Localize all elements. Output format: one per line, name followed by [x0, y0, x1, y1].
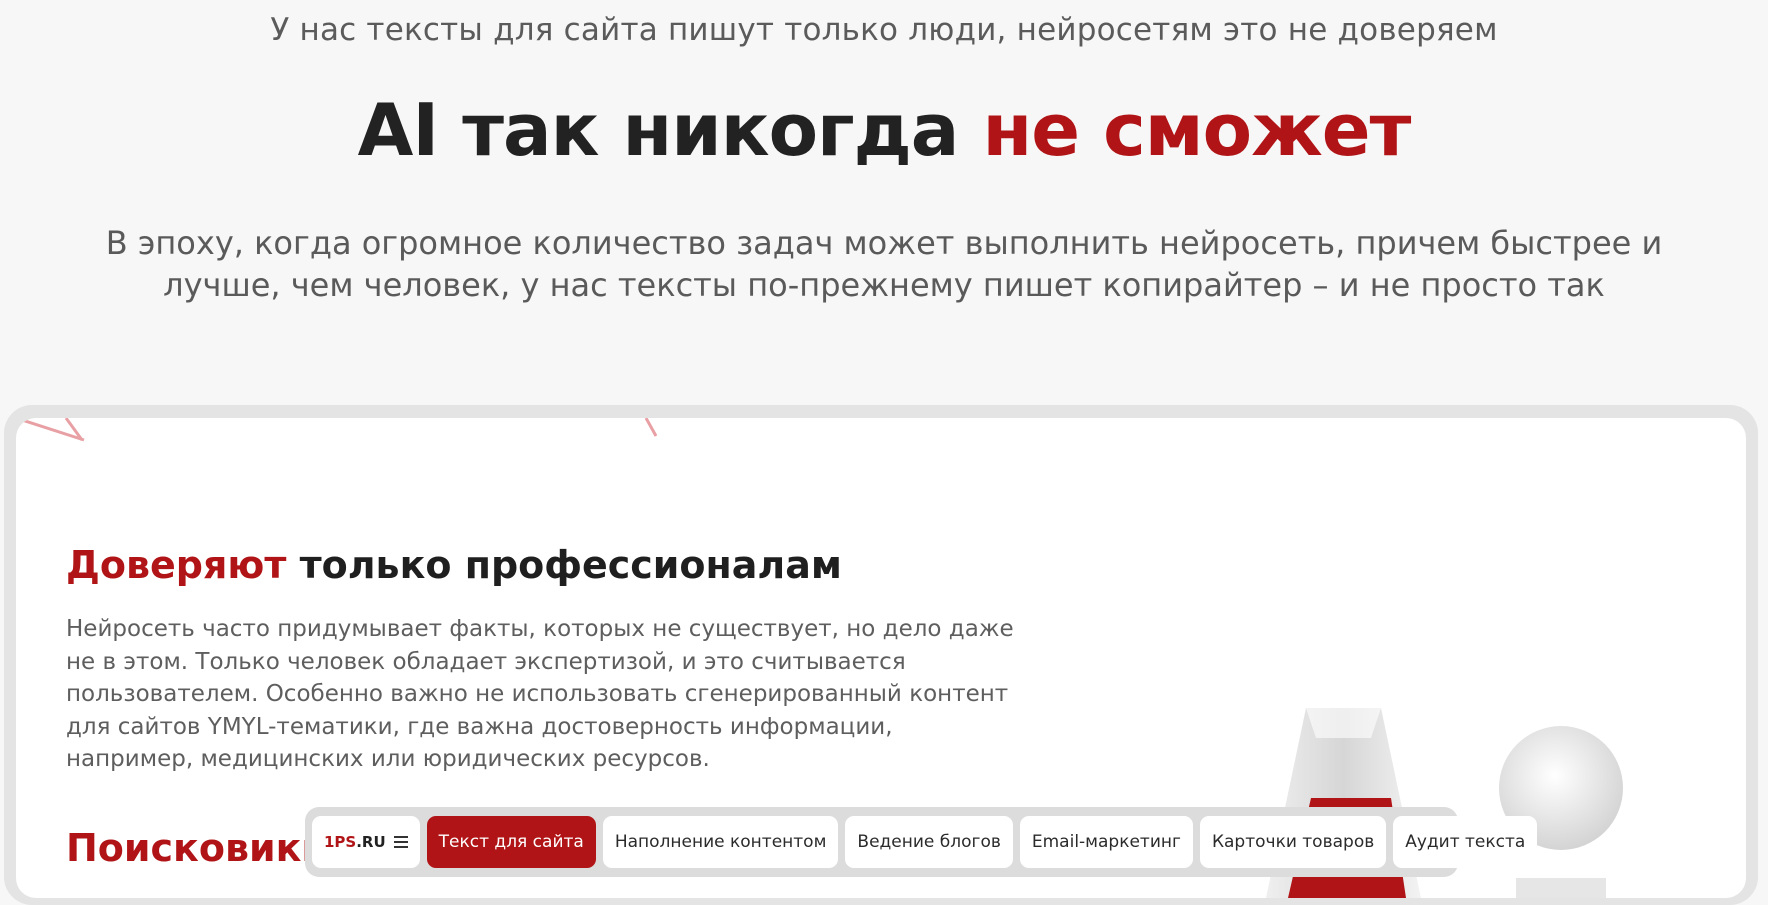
nav-tab-content-filling[interactable]: Наполнение контентом — [602, 816, 839, 868]
hero-lead: В эпоху, когда огромное количество задач… — [105, 224, 1663, 304]
section-title-rest: только профессионалам — [286, 543, 842, 587]
nav-tab-product-cards[interactable]: Карточки товаров — [1199, 816, 1387, 868]
bottom-navigation-bar: 1PS.RU Текст для сайта Наполнение контен… — [305, 807, 1538, 877]
section-text: Нейросеть часто придумывает факты, котор… — [66, 616, 1014, 772]
hero-title-main: AI так никогда — [357, 88, 983, 172]
hero-kicker: У нас тексты для сайта пишут только люди… — [270, 12, 1498, 48]
nav-tab-site-text[interactable]: Текст для сайта — [426, 816, 596, 868]
nav-tab-blogging[interactable]: Ведение блогов — [845, 816, 1013, 868]
hero-section: У нас тексты для сайта пишут только люди… — [0, 0, 1768, 400]
hero-title-accent: не сможет — [982, 88, 1411, 172]
nav-tab-text-audit[interactable]: Аудит текста — [1393, 816, 1538, 868]
section-title-trust: Доверяют только профессионалам — [66, 543, 842, 587]
logo-menu-button[interactable]: 1PS.RU — [312, 816, 420, 868]
section-title-search: Поисковики — [66, 826, 329, 870]
decorative-lines — [16, 418, 658, 442]
logo: 1PS.RU — [324, 833, 386, 851]
menu-icon — [393, 836, 408, 848]
section-title-accent: Доверяют — [66, 543, 287, 587]
hero-title: AI так никогда не сможет — [0, 85, 1768, 175]
nav-tab-email-marketing[interactable]: Email-маркетинг — [1019, 816, 1193, 868]
